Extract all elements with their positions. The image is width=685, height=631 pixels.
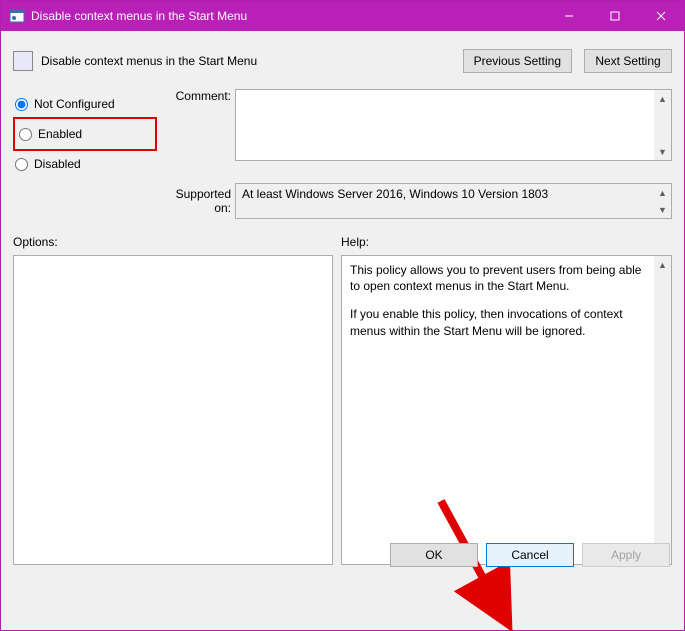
- ok-label: OK: [425, 548, 442, 562]
- app-icon: [9, 8, 25, 24]
- supported-on-field: At least Windows Server 2016, Windows 10…: [235, 183, 672, 219]
- help-paragraph-1: This policy allows you to prevent users …: [350, 262, 651, 294]
- radio-disabled-input[interactable]: [15, 158, 28, 171]
- dialog-footer: OK Cancel Apply: [390, 543, 670, 567]
- scroll-up-icon: ▲: [654, 184, 671, 201]
- maximize-button[interactable]: [592, 1, 638, 31]
- window-title: Disable context menus in the Start Menu: [31, 9, 546, 23]
- next-setting-button[interactable]: Next Setting: [584, 49, 672, 73]
- header-row: Disable context menus in the Start Menu …: [13, 41, 672, 81]
- radio-enabled-input[interactable]: [19, 128, 32, 141]
- comment-textarea[interactable]: ▲ ▼: [235, 89, 672, 161]
- previous-setting-button[interactable]: Previous Setting: [463, 49, 572, 73]
- supported-on-value: At least Windows Server 2016, Windows 10…: [242, 187, 548, 201]
- state-radios: Not Configured Enabled Disabled: [13, 89, 163, 177]
- help-pane: This policy allows you to prevent users …: [341, 255, 672, 565]
- help-label: Help:: [341, 235, 672, 249]
- help-scrollbar[interactable]: ▲ ▼: [654, 256, 671, 564]
- supported-on-label: Supported on:: [163, 183, 235, 219]
- comment-label: Comment:: [163, 89, 235, 177]
- radio-enabled[interactable]: Enabled: [17, 121, 153, 147]
- policy-title: Disable context menus in the Start Menu: [41, 54, 463, 68]
- window-controls: [546, 1, 684, 31]
- scroll-up-icon[interactable]: ▲: [654, 256, 671, 273]
- help-paragraph-2: If you enable this policy, then invocati…: [350, 306, 651, 338]
- next-setting-label: Next Setting: [595, 54, 660, 68]
- close-button[interactable]: [638, 1, 684, 31]
- radio-enabled-label: Enabled: [38, 127, 82, 141]
- radio-not-configured-input[interactable]: [15, 98, 28, 111]
- titlebar[interactable]: Disable context menus in the Start Menu: [1, 1, 684, 31]
- ok-button[interactable]: OK: [390, 543, 478, 567]
- cancel-label: Cancel: [511, 548, 548, 562]
- apply-button: Apply: [582, 543, 670, 567]
- scroll-down-icon: ▼: [654, 201, 671, 218]
- scroll-up-icon[interactable]: ▲: [654, 90, 671, 107]
- supported-scrollbar: ▲ ▼: [654, 184, 671, 218]
- minimize-button[interactable]: [546, 1, 592, 31]
- radio-disabled[interactable]: Disabled: [13, 151, 163, 177]
- previous-setting-label: Previous Setting: [474, 54, 561, 68]
- radio-not-configured[interactable]: Not Configured: [13, 91, 163, 117]
- radio-disabled-label: Disabled: [34, 157, 81, 171]
- options-label: Options:: [13, 235, 341, 249]
- comment-scrollbar[interactable]: ▲ ▼: [654, 90, 671, 160]
- radio-not-configured-label: Not Configured: [34, 97, 115, 111]
- annotation-highlight-enabled: Enabled: [13, 117, 157, 151]
- options-pane: [13, 255, 333, 565]
- policy-editor-window: Disable context menus in the Start Menu …: [0, 0, 685, 631]
- policy-icon: [13, 51, 33, 71]
- scroll-down-icon[interactable]: ▼: [654, 143, 671, 160]
- apply-label: Apply: [611, 548, 641, 562]
- cancel-button[interactable]: Cancel: [486, 543, 574, 567]
